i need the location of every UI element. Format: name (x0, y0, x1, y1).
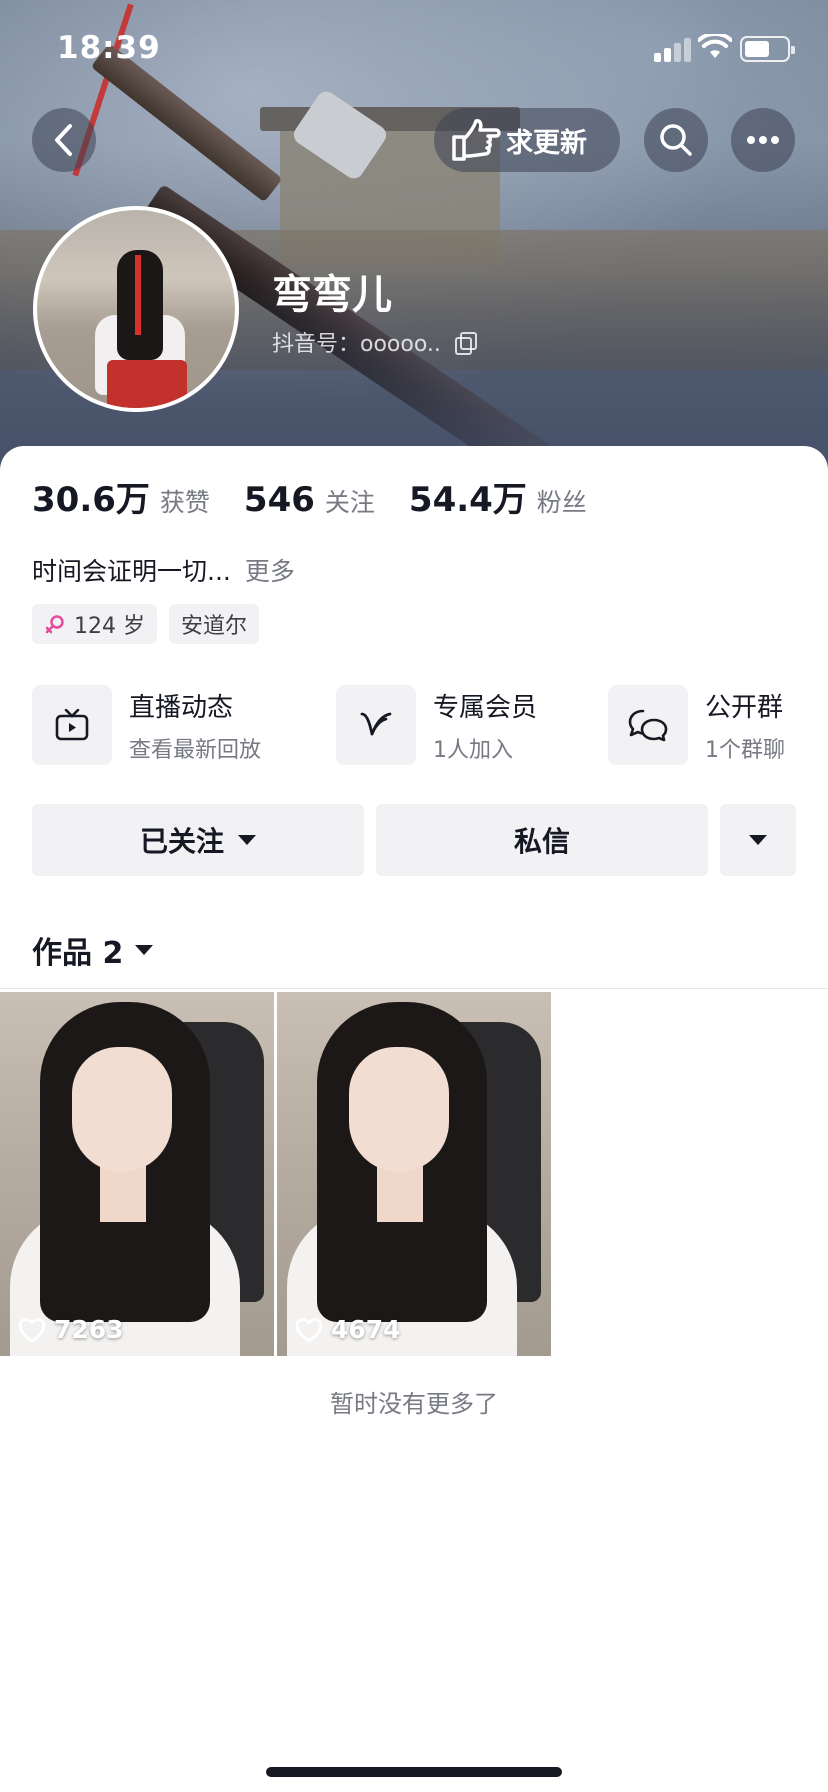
like-count: 4674 (295, 1315, 401, 1344)
more-actions-button[interactable] (720, 804, 796, 876)
caret-down-icon (135, 945, 154, 955)
feature-live-subtitle: 查看最新回放 (129, 737, 262, 763)
status-bar: 18:39 (0, 0, 828, 100)
status-time: 18:39 (57, 30, 161, 66)
followed-button[interactable]: 已关注 (32, 804, 364, 876)
search-icon (660, 124, 692, 156)
followed-label: 已关注 (139, 825, 224, 858)
profile-name: 弯弯儿 (272, 272, 392, 318)
back-button[interactable] (32, 108, 96, 172)
like-count: 7263 (18, 1315, 124, 1344)
signal-icon (654, 38, 692, 62)
caret-down-icon (749, 835, 767, 845)
bio-text: 时间会证明一切... (32, 557, 231, 586)
stat-fans-label: 粉丝 (536, 488, 587, 517)
heart-icon (18, 1317, 46, 1342)
stat-following-value: 546 (243, 480, 315, 520)
bio: 时间会证明一切... 更多 (32, 552, 295, 588)
stat-following-label: 关注 (324, 488, 375, 517)
caret-down-icon (238, 835, 256, 845)
search-button[interactable] (644, 108, 708, 172)
bio-more-link[interactable]: 更多 (245, 557, 295, 586)
female-icon (45, 615, 64, 634)
stats-row: 30.6万 获赞 546 关注 54.4万 粉丝 (32, 472, 621, 521)
stat-likes[interactable]: 30.6万 获赞 (32, 472, 210, 521)
divider (0, 988, 828, 989)
feature-membership-subtitle: 1人加入 (433, 737, 513, 763)
feature-membership-title: 专属会员 (433, 692, 538, 723)
feature-group[interactable]: 公开群 1个群聊 (608, 684, 785, 766)
location-tag: 安道尔 (169, 604, 260, 644)
copy-icon[interactable] (454, 332, 477, 355)
heart-icon (295, 1317, 323, 1342)
action-buttons: 已关注 私信 (32, 804, 796, 876)
avatar[interactable] (33, 206, 239, 412)
message-label: 私信 (513, 825, 570, 858)
v-icon (336, 685, 416, 765)
message-button[interactable]: 私信 (376, 804, 708, 876)
feature-live[interactable]: 直播动态 查看最新回放 (32, 684, 261, 766)
works-grid: 7263 4674 (0, 992, 828, 1356)
feature-live-title: 直播动态 (129, 692, 234, 723)
feature-group-title: 公开群 (705, 692, 784, 723)
profile-tags: 124 岁 安道尔 (32, 604, 260, 644)
more-dots-icon (747, 136, 779, 144)
video-thumbnail[interactable]: 7263 (0, 992, 274, 1356)
douyin-id[interactable]: 抖音号：ooooo.. (272, 326, 477, 358)
no-more-text: 暂时没有更多了 (330, 1390, 498, 1418)
feature-membership[interactable]: 专属会员 1人加入 (336, 684, 537, 766)
like-count-text: 7263 (54, 1315, 124, 1344)
feature-group-subtitle: 1个群聊 (705, 737, 785, 763)
age-tag: 124 岁 (32, 604, 157, 644)
works-tab[interactable]: 作品 2 (32, 928, 154, 972)
stat-fans[interactable]: 54.4万 粉丝 (409, 472, 587, 521)
request-update-label: 求更新 (506, 127, 587, 159)
pointing-hand-icon (446, 115, 506, 165)
battery-icon (740, 36, 795, 62)
age-text: 124 岁 (74, 614, 145, 639)
chat-icon (608, 685, 688, 765)
works-label: 作品 2 (32, 936, 124, 971)
wifi-icon (697, 31, 733, 64)
stat-fans-value: 54.4万 (408, 480, 527, 520)
more-button[interactable] (731, 108, 795, 172)
home-indicator[interactable] (266, 1767, 562, 1777)
stat-likes-value: 30.6万 (32, 480, 150, 520)
video-thumbnail[interactable]: 4674 (277, 992, 551, 1356)
stat-following[interactable]: 546 关注 (244, 480, 375, 520)
request-update-button[interactable]: 求更新 (434, 108, 620, 172)
profile-card: 30.6万 获赞 546 关注 54.4万 粉丝 时间会证明一切... 更多 12… (0, 446, 828, 1792)
like-count-text: 4674 (331, 1315, 401, 1344)
chevron-left-icon (55, 124, 72, 156)
feature-row: 直播动态 查看最新回放 专属会员 1人加入 公开群 1个群聊 (32, 684, 828, 766)
tv-icon (32, 685, 112, 765)
stat-likes-label: 获赞 (159, 488, 210, 517)
douyin-id-text: 抖音号：ooooo.. (272, 332, 441, 357)
